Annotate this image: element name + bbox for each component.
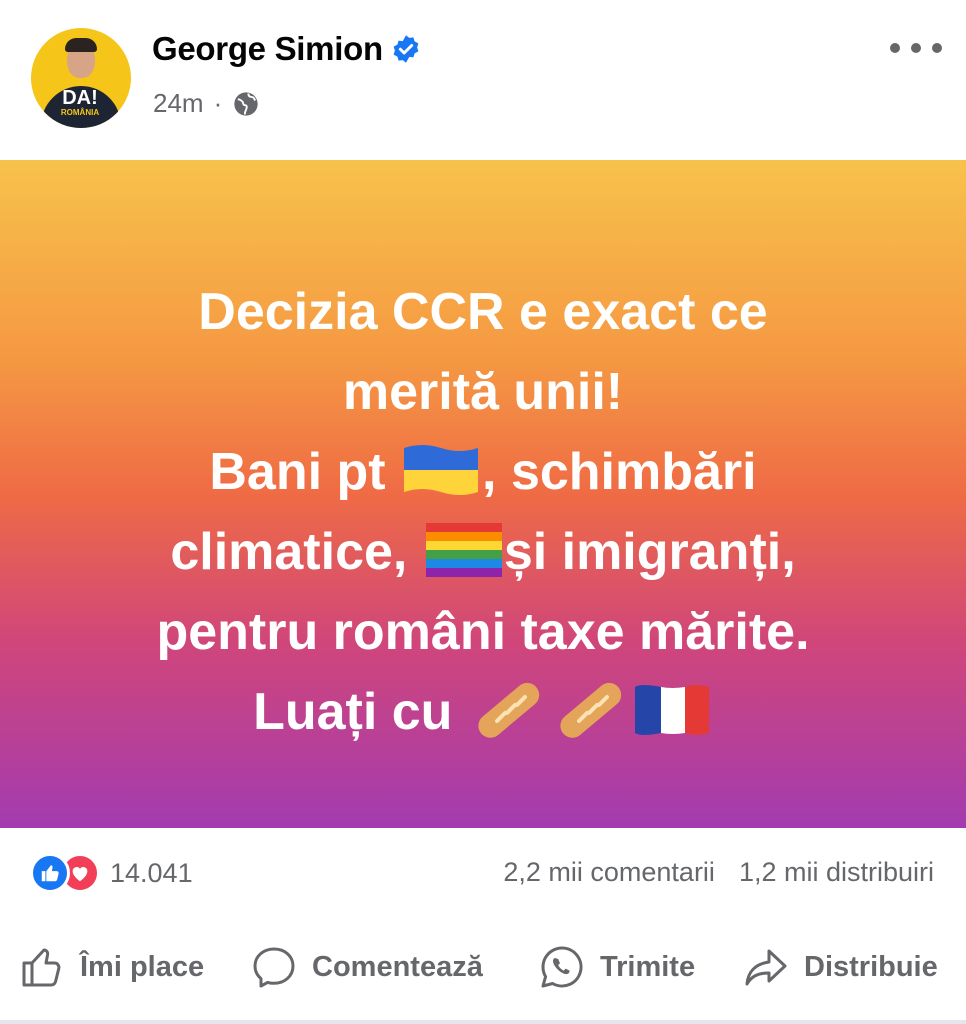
share-count[interactable]: 1,2 mii distribuiri bbox=[739, 857, 934, 888]
avatar-logo-text: DA! bbox=[62, 87, 98, 109]
author-name[interactable]: George Simion bbox=[152, 30, 383, 68]
comment-label: Comentează bbox=[312, 950, 483, 983]
post-background[interactable]: Decizia CCR e exact ce merită unii! Bani… bbox=[0, 160, 966, 828]
post-meta: 24m · bbox=[153, 88, 260, 119]
send-button[interactable]: Trimite bbox=[538, 932, 695, 1002]
send-label: Trimite bbox=[600, 950, 696, 983]
avatar-logo-subtext: ROMÂNIA bbox=[60, 108, 100, 117]
post-time[interactable]: 24m bbox=[153, 88, 204, 119]
reactions-summary[interactable]: 14.041 bbox=[30, 853, 193, 893]
post-line: merită unii! bbox=[0, 352, 966, 432]
post-line-text: , schimbări bbox=[482, 443, 757, 501]
post-line: climatice, și imigranți, bbox=[0, 512, 966, 592]
share-arrow-icon bbox=[745, 949, 787, 986]
reaction-count: 14.041 bbox=[110, 857, 193, 888]
verified-badge-icon bbox=[393, 35, 419, 63]
post-line-text: merită unii! bbox=[342, 363, 624, 421]
share-label: Distribuie bbox=[804, 950, 938, 983]
more-options-icon[interactable] bbox=[890, 36, 942, 60]
whatsapp-icon bbox=[541, 946, 583, 988]
comment-bubble-icon bbox=[253, 947, 295, 988]
post-header: DA! ROMÂNIA George Simion 24m · bbox=[0, 0, 966, 160]
post-line-text: Decizia CCR e exact ce bbox=[198, 283, 768, 341]
baguette-emoji bbox=[478, 683, 540, 739]
post-line: pentru români taxe mărite. bbox=[0, 592, 966, 672]
like-reaction-icon bbox=[30, 853, 70, 893]
post-line: Decizia CCR e exact ce bbox=[0, 272, 966, 352]
comment-button[interactable]: Comentează bbox=[250, 932, 483, 1002]
action-bar: Îmi place Comentează Trimite Distribuie bbox=[0, 932, 966, 1002]
post-text: Decizia CCR e exact ce merită unii! Bani… bbox=[0, 272, 966, 752]
post-line: Luați cu bbox=[0, 672, 966, 752]
post-line-text: și imigranți, bbox=[503, 523, 796, 581]
rainbow-flag-emoji bbox=[425, 523, 502, 578]
divider bbox=[0, 1020, 966, 1024]
post-line-text: pentru români taxe mărite. bbox=[156, 603, 810, 661]
more-dot bbox=[932, 43, 942, 53]
engagement-stats: 2,2 mii comentarii 1,2 mii distribuiri bbox=[503, 857, 934, 888]
like-label: Îmi place bbox=[80, 950, 205, 983]
post-line-text: Luați cu bbox=[253, 683, 453, 741]
author-row: George Simion bbox=[152, 30, 421, 68]
like-button[interactable]: Îmi place bbox=[18, 932, 204, 1002]
post-line: Bani pt , schimbări bbox=[0, 432, 966, 512]
comment-count[interactable]: 2,2 mii comentarii bbox=[503, 857, 715, 888]
avatar[interactable]: DA! ROMÂNIA bbox=[31, 28, 131, 128]
globe-icon[interactable] bbox=[232, 90, 260, 118]
meta-separator: · bbox=[213, 88, 223, 118]
more-dot bbox=[911, 43, 921, 53]
ukraine-flag-emoji bbox=[404, 445, 479, 496]
share-button[interactable]: Distribuie bbox=[742, 932, 938, 1002]
engagement-bar: 14.041 2,2 mii comentarii 1,2 mii distri… bbox=[0, 845, 966, 901]
more-dot bbox=[890, 43, 900, 53]
baguette-emoji bbox=[560, 683, 622, 739]
thumbs-up-icon bbox=[22, 948, 61, 987]
avatar-hair bbox=[65, 38, 97, 52]
post-line-text: Bani pt bbox=[209, 443, 386, 501]
post-line-text: climatice, bbox=[170, 523, 408, 581]
france-flag-emoji bbox=[634, 685, 709, 736]
